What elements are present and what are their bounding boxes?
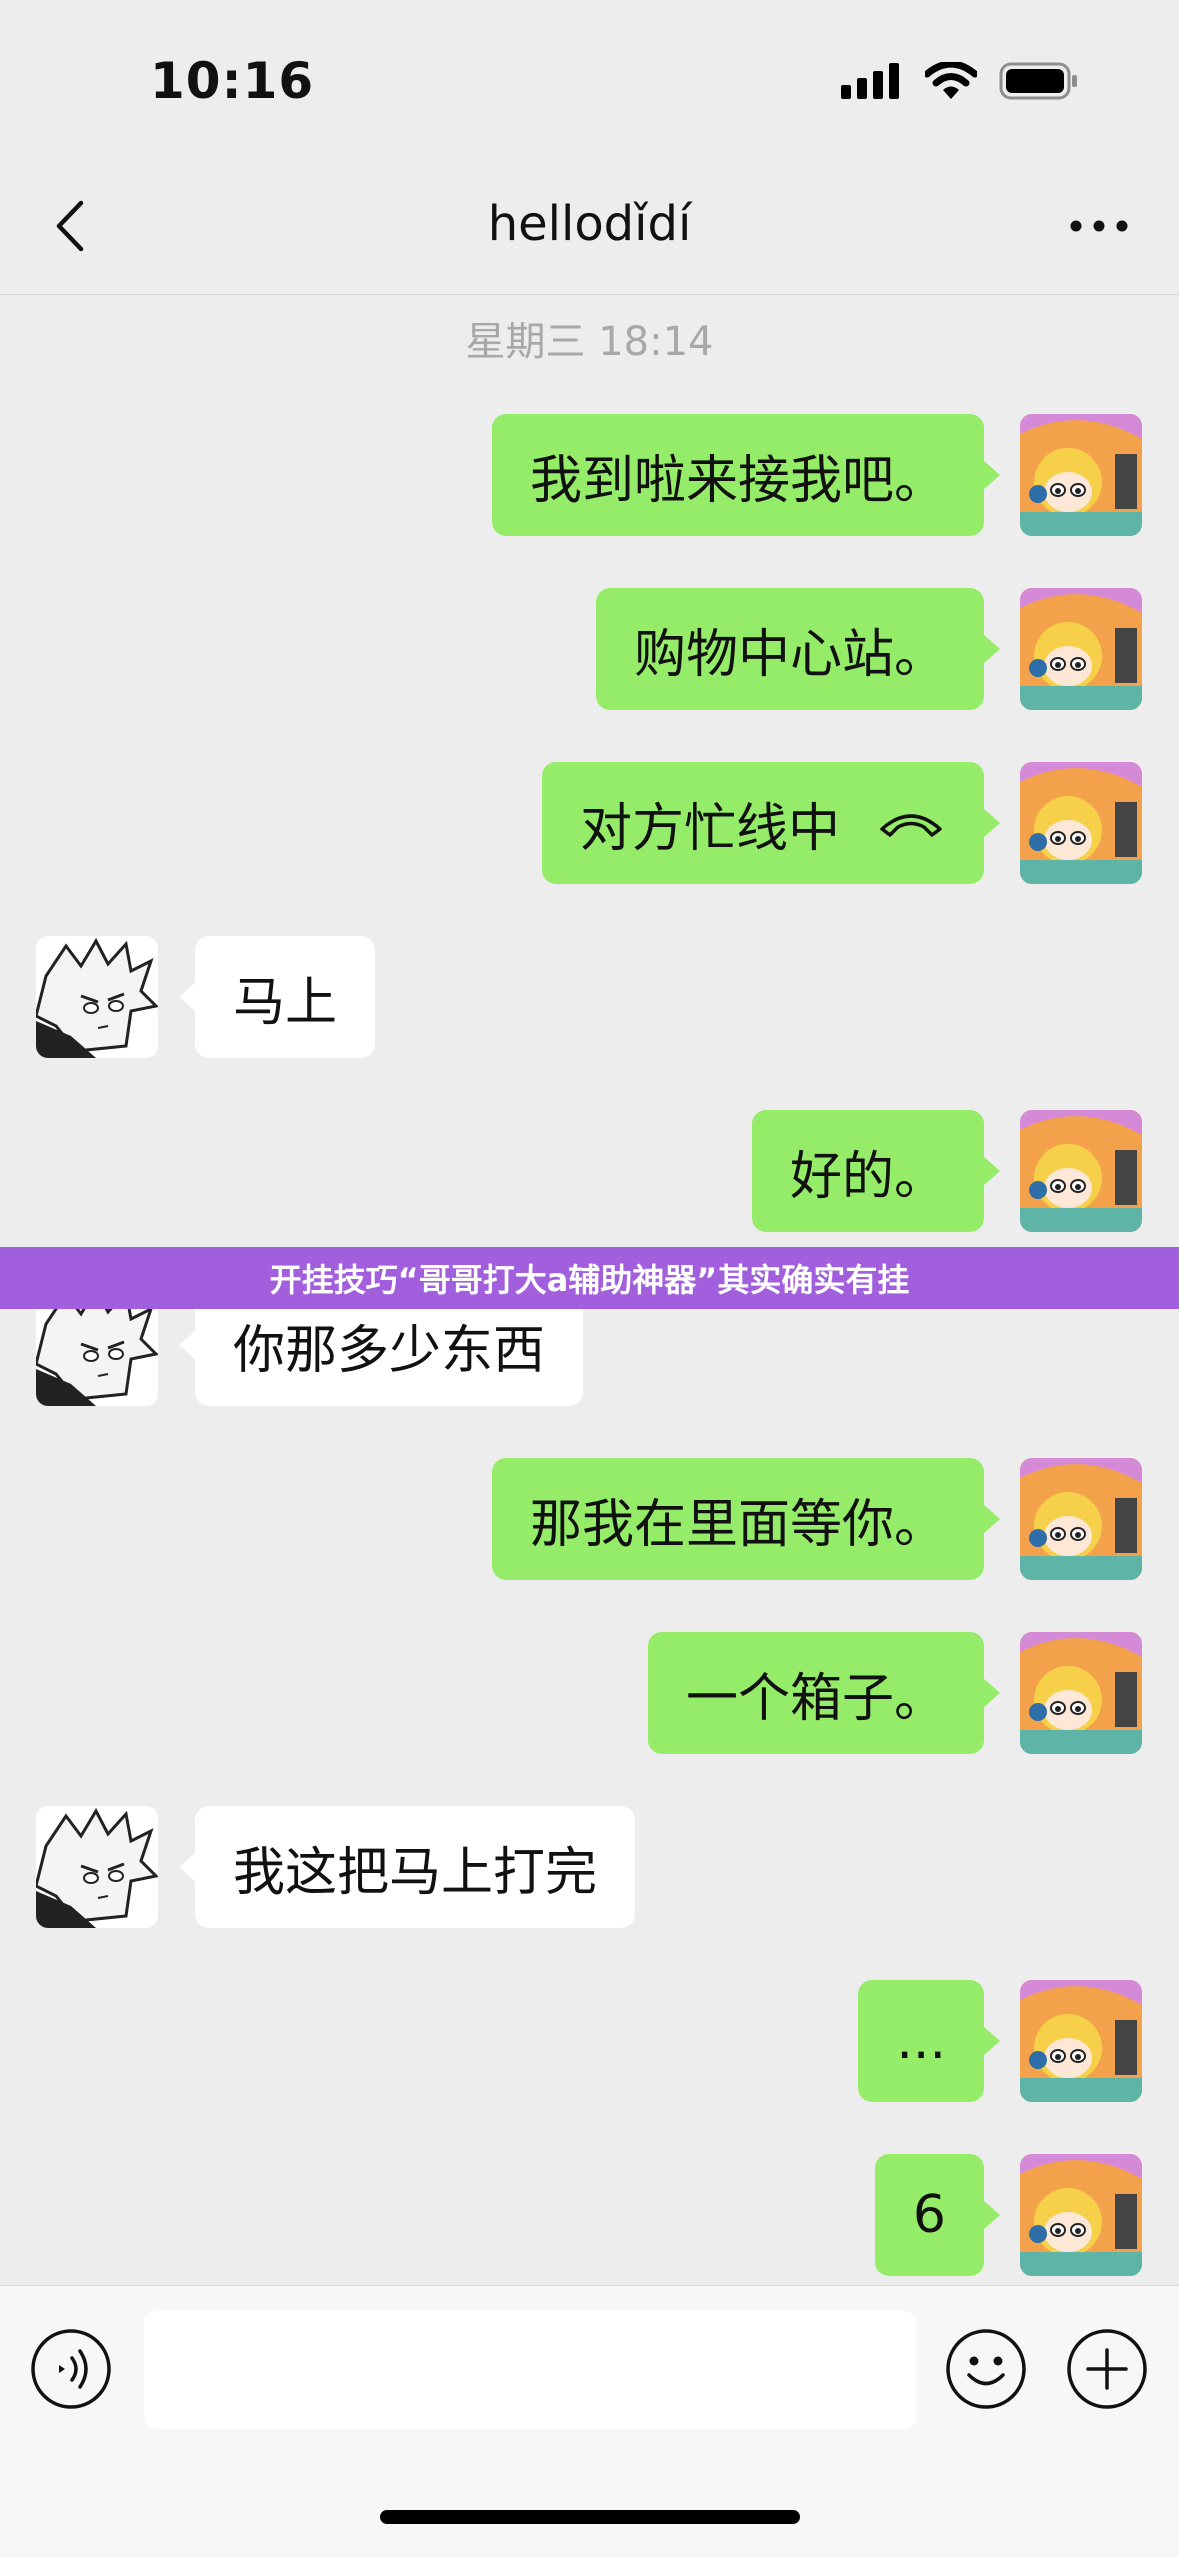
chat-header: hellodǐdí [0,150,1179,295]
chat-title: hellodǐdí [487,196,692,252]
ellipsis-icon [1070,220,1128,232]
manga-boy-avatar-image [36,936,158,1058]
emoji-button[interactable] [945,2328,1027,2410]
my-avatar[interactable] [1020,414,1142,536]
cartoon-girl-avatar-image [1020,2154,1142,2276]
cartoon-girl-avatar-image [1020,414,1142,536]
emoji-icon [946,2329,1026,2409]
plus-circle-icon [1067,2329,1147,2409]
my-avatar[interactable] [1020,1632,1142,1754]
my-avatar[interactable] [1020,1110,1142,1232]
hangup-phone-icon [876,807,946,839]
cartoon-girl-avatar-image [1020,762,1142,884]
status-icons [841,62,1079,100]
my-avatar[interactable] [1020,588,1142,710]
cartoon-girl-avatar-image [1020,588,1142,710]
message-bubble-sent[interactable]: 那我在里面等你。 [491,1458,1001,1580]
my-avatar[interactable] [1020,1458,1142,1580]
message-bubble-received[interactable]: 马上 [178,936,376,1058]
voice-icon [31,2329,111,2409]
manga-boy-avatar-image [36,1806,158,1928]
voice-input-button[interactable] [30,2328,112,2410]
home-indicator[interactable] [380,2510,800,2524]
contact-avatar[interactable] [36,936,158,1058]
more-functions-button[interactable] [1066,2328,1148,2410]
message-bubble-received[interactable]: 我这把马上打完 [178,1806,636,1928]
status-time: 10:16 [150,52,315,110]
missed-call-bubble[interactable]: 对方忙线中 [541,762,1001,884]
cartoon-girl-avatar-image [1020,1980,1142,2102]
message-input[interactable] [144,2311,916,2429]
call-status-text: 对方忙线中 [579,798,840,859]
cartoon-girl-avatar-image [1020,1632,1142,1754]
wifi-icon [925,62,977,99]
battery-icon [999,62,1077,100]
overlay-banner: 开挂技巧“哥哥打大a辅助神器”其实确实有挂 [0,1247,1179,1309]
message-bubble-sent[interactable]: 我到啦来接我吧。 [491,414,1001,536]
message-bubble-sent[interactable]: 好的。 [751,1110,1001,1232]
message-bubble-sent[interactable]: 购物中心站。 [595,588,1001,710]
status-bar: 10:16 [0,0,1179,150]
my-avatar[interactable] [1020,2154,1142,2276]
message-timestamp: 星期三 18:14 [465,319,714,365]
contact-avatar[interactable] [36,1806,158,1928]
message-bubble-sent[interactable]: 6 [874,2154,1001,2276]
cartoon-girl-avatar-image [1020,1110,1142,1232]
my-avatar[interactable] [1020,762,1142,884]
cartoon-girl-avatar-image [1020,1458,1142,1580]
message-bubble-sent[interactable]: ... [858,1980,1000,2102]
message-bubble-sent[interactable]: 一个箱子。 [647,1632,1001,1754]
cellular-signal-icon [841,63,899,99]
more-options-button[interactable] [1059,196,1139,256]
my-avatar[interactable] [1020,1980,1142,2102]
